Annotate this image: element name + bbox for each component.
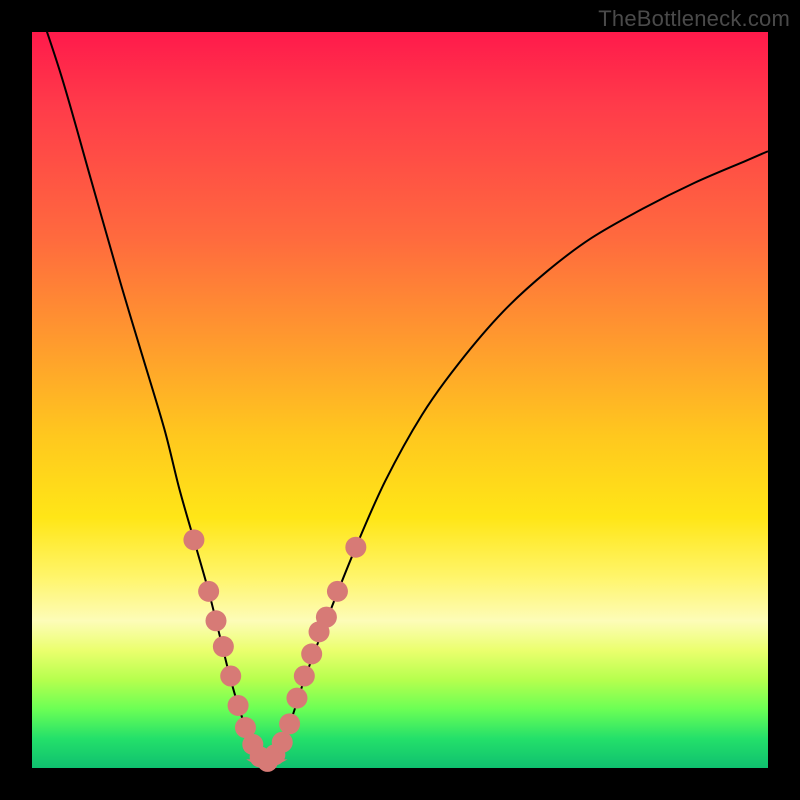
highlight-dot <box>316 607 337 628</box>
highlight-dot <box>198 581 219 602</box>
highlight-dot <box>183 529 204 550</box>
highlight-dot <box>286 688 307 709</box>
highlight-dots <box>183 529 366 772</box>
highlight-dot <box>213 636 234 657</box>
highlight-dot <box>206 610 227 631</box>
curve-right-branch <box>266 151 768 762</box>
chart-svg <box>32 32 768 768</box>
highlight-dot <box>220 666 241 687</box>
highlight-dot <box>327 581 348 602</box>
watermark-text: TheBottleneck.com <box>598 6 790 32</box>
plot-area <box>32 32 768 768</box>
highlight-dot <box>345 537 366 558</box>
chart-frame: TheBottleneck.com <box>0 0 800 800</box>
highlight-dot <box>279 713 300 734</box>
highlight-dot <box>228 695 249 716</box>
highlight-dot <box>272 732 293 753</box>
highlight-dot <box>301 643 322 664</box>
highlight-dot <box>294 666 315 687</box>
